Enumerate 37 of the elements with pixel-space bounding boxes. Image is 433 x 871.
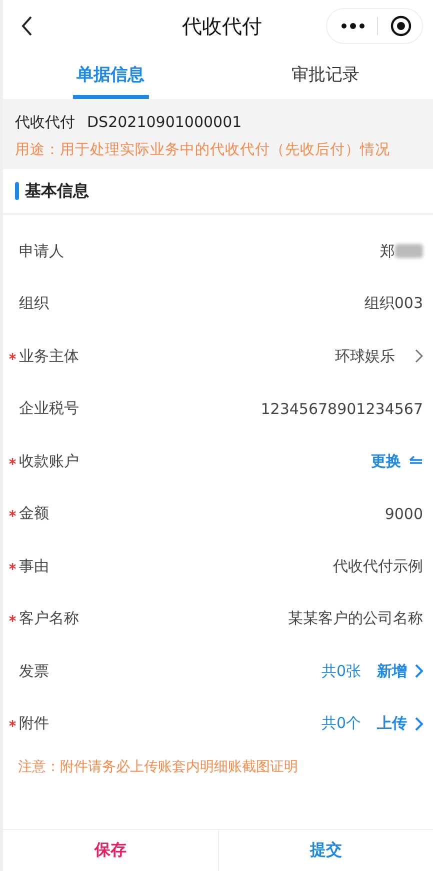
field-value: 代收代付示例 <box>333 556 423 576</box>
field-label: 企业税号 <box>19 399 79 418</box>
chevron-icon[interactable] <box>415 664 423 678</box>
count-text: 共0个 <box>321 714 361 734</box>
field-label: 申请人 <box>19 242 64 261</box>
swap-icon[interactable] <box>409 456 423 466</box>
field-label: 发票 <box>19 662 49 681</box>
document-type: 代收代付 <box>15 113 75 132</box>
chevron-icon[interactable] <box>415 349 423 364</box>
back-icon[interactable] <box>21 15 33 37</box>
field-label: 组织 <box>19 294 49 314</box>
purpose-text: 用途：用于处理实际业务中的代收代付（先收后付）情况 <box>15 140 391 159</box>
change-link[interactable]: 更换 <box>371 452 401 471</box>
field-label: 收款账户 <box>19 452 79 471</box>
field-value: 12345678901234567 <box>260 400 423 418</box>
field-value: 9000 <box>384 504 423 523</box>
field-value: 组织003 <box>364 294 423 314</box>
field-value[interactable]: 环球娱乐 <box>335 346 395 366</box>
section-marker <box>15 182 19 200</box>
field-value: 郑 <box>380 242 395 261</box>
more-icon[interactable] <box>341 22 365 30</box>
document-number: DS20210901000001 <box>87 113 242 132</box>
count-text: 共0张 <box>321 662 361 681</box>
chevron-icon[interactable] <box>415 716 423 731</box>
note-text: 注意：附件请务必上传账套内明细账截图证明 <box>17 758 299 777</box>
field-label: 客户名称 <box>19 609 79 628</box>
page-title: 代收代付 <box>182 12 262 40</box>
capsule-menu[interactable] <box>326 8 423 44</box>
field-label: 金额 <box>19 504 49 524</box>
add-link[interactable]: 上传 <box>377 714 407 734</box>
field-label: 业务主体 <box>19 346 79 366</box>
field-value: 某某客户的公司名称 <box>288 609 423 628</box>
section-title: 基本信息 <box>25 180 89 202</box>
field-label: 附件 <box>19 714 49 734</box>
tab[interactable]: 审批记录 <box>288 52 364 99</box>
add-link[interactable]: 新增 <box>377 662 407 681</box>
field-label: 事由 <box>19 556 49 576</box>
